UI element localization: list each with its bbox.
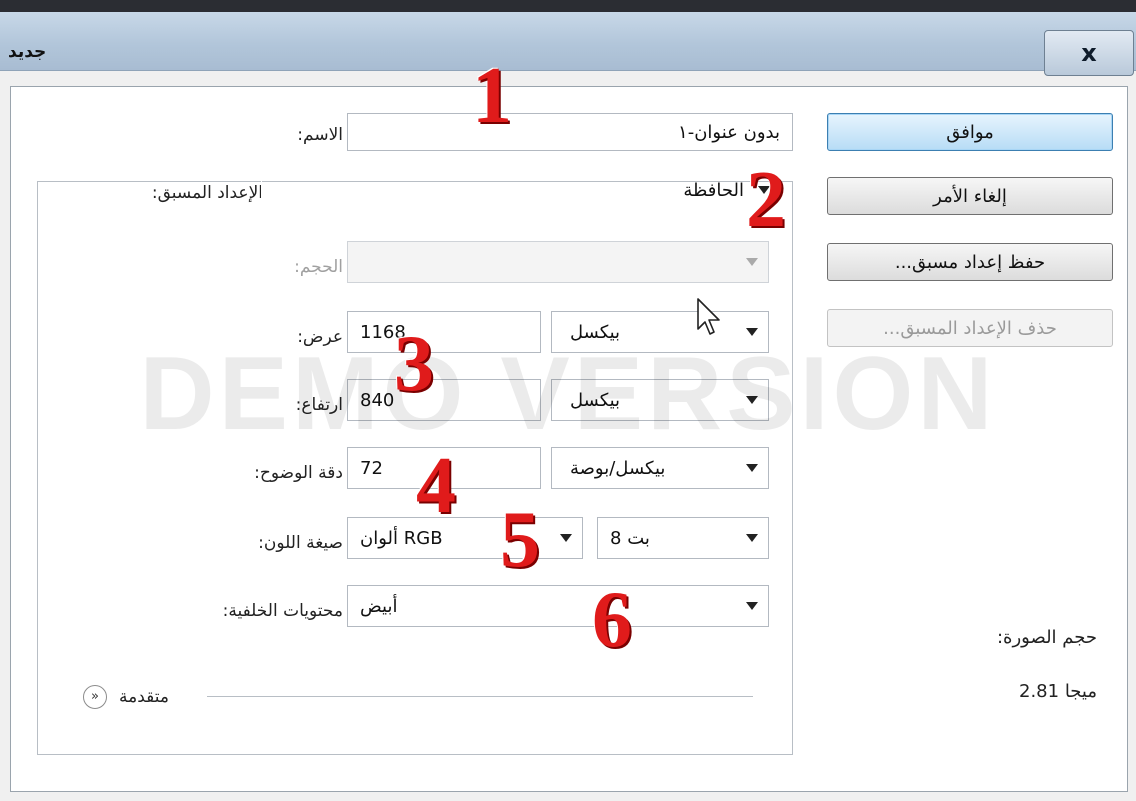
advanced-label[interactable]: متقدمة [119, 687, 169, 707]
annotation-number: 4 [416, 442, 456, 530]
chevron-down-icon [746, 328, 758, 336]
chevron-down-icon [746, 464, 758, 472]
height-unit-select[interactable]: بيكسل [551, 379, 769, 421]
name-label: :الاسم [297, 125, 343, 145]
name-value: بدون عنوان-١ [678, 121, 780, 143]
chevron-down-icon [746, 258, 758, 266]
height-input[interactable]: 840 [347, 379, 541, 421]
image-size-label: :حجم الصورة [996, 627, 1097, 648]
chevron-down-icon [746, 534, 758, 542]
name-input[interactable]: بدون عنوان-١ [347, 113, 793, 151]
chevron-down-icon [746, 602, 758, 610]
height-value: 840 [360, 389, 395, 411]
resolution-unit-select[interactable]: بيكسل/بوصة [551, 447, 769, 489]
chevron-down-icon [746, 396, 758, 404]
expand-advanced-icon[interactable]: » [83, 685, 107, 709]
chevron-down-icon [560, 534, 572, 542]
ok-button[interactable]: موافق [827, 113, 1113, 151]
advanced-divider [207, 696, 753, 697]
color-mode-select[interactable]: ألوان RGB [347, 517, 583, 559]
background-value: أبيض [360, 595, 398, 617]
size-select[interactable] [347, 241, 769, 283]
background-select[interactable]: أبيض [347, 585, 769, 627]
cancel-button[interactable]: إلغاء الأمر [827, 177, 1113, 215]
top-dark-strip [0, 0, 1136, 12]
bit-depth-select[interactable]: 8 بت [597, 517, 769, 559]
resolution-value: 72 [360, 457, 383, 479]
resolution-unit-value: بيكسل/بوصة [570, 457, 666, 479]
dialog-content: :الاسم بدون عنوان-١ :الإعداد المسبق الحا… [10, 86, 1128, 792]
size-label: :الحجم [294, 257, 343, 277]
background-label: :محتويات الخلفية [222, 601, 343, 621]
annotation-number: 3 [394, 320, 434, 408]
annotation-number: 6 [592, 576, 632, 664]
image-size-value: 2.81 ميجا [1019, 681, 1097, 702]
title-bar: جديد x [0, 12, 1136, 76]
delete-preset-button[interactable]: ...حذف الإعداد المسبق [827, 309, 1113, 347]
annotation-number: 5 [500, 496, 540, 584]
width-unit-select[interactable]: بيكسل [551, 311, 769, 353]
color-mode-label: :صيغة اللون [258, 533, 343, 553]
preset-label: :الإعداد المسبق [145, 183, 269, 203]
annotation-number: 2 [746, 156, 786, 244]
save-preset-button[interactable]: ...حفظ إعداد مسبق [827, 243, 1113, 281]
close-button[interactable]: x [1044, 30, 1134, 76]
height-label: :ارتفاع [295, 395, 343, 415]
color-mode-value: ألوان RGB [360, 527, 443, 549]
width-label: :عرض [297, 327, 343, 347]
bit-depth-value: 8 بت [610, 527, 650, 549]
width-input[interactable]: 1168 [347, 311, 541, 353]
resolution-label: :دقة الوضوح [254, 463, 343, 483]
height-unit-value: بيكسل [570, 389, 621, 411]
window-title: جديد [8, 42, 47, 62]
annotation-number: 1 [472, 52, 512, 140]
close-icon: x [1081, 39, 1097, 67]
mouse-cursor-icon [697, 298, 720, 335]
preset-value: الحافظة [683, 179, 744, 201]
width-unit-value: بيكسل [570, 321, 621, 343]
preset-select[interactable]: الحافظة [261, 171, 781, 209]
